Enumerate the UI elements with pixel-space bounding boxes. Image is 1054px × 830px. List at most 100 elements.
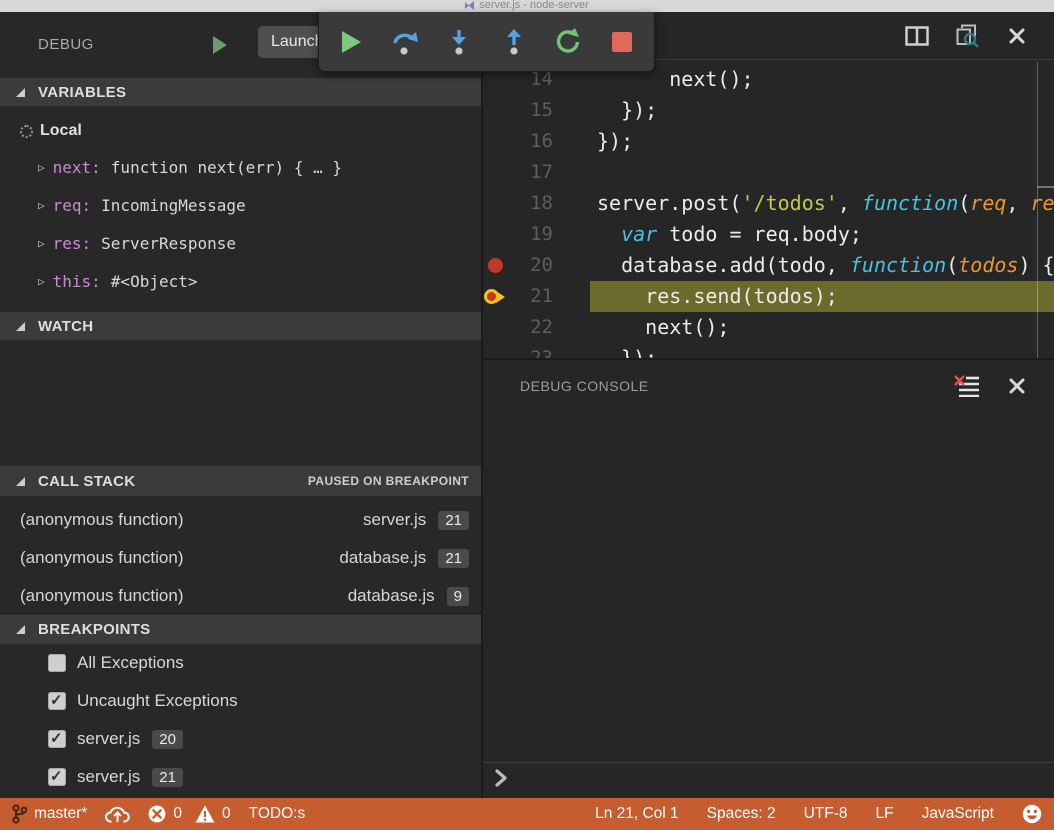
debug-console-header: DEBUG CONSOLE — [483, 360, 1054, 412]
app-icon — [465, 1, 474, 10]
twistie-icon — [16, 477, 25, 486]
breakpoint-checkbox[interactable] — [48, 730, 66, 748]
line-number: 18 — [507, 188, 553, 219]
call-stack-section-header[interactable]: CALL STACK PAUSED ON BREAKPOINT — [0, 466, 483, 496]
code-line[interactable]: 17 — [483, 157, 1054, 188]
start-debug-icon[interactable] — [213, 36, 227, 54]
step-into-icon[interactable] — [441, 24, 477, 60]
sync-item[interactable] — [105, 805, 130, 823]
breakpoint-row[interactable]: server.js 21 — [0, 758, 483, 796]
feedback-smiley-icon[interactable] — [1022, 804, 1042, 824]
expand-arrow-icon[interactable] — [38, 237, 45, 250]
expand-arrow-icon[interactable] — [38, 199, 45, 212]
breakpoint-checkbox[interactable] — [48, 654, 66, 672]
variable-name: next: — [53, 158, 101, 177]
watch-label: WATCH — [38, 318, 93, 335]
scrollbar-marker — [1037, 186, 1054, 188]
variable-row[interactable]: next: function next(err) { … } — [0, 148, 483, 186]
breakpoint-row[interactable]: server.js 20 — [0, 720, 483, 758]
cursor-position[interactable]: Ln 21, Col 1 — [595, 805, 679, 823]
problems-item[interactable]: 0 0 — [148, 805, 230, 823]
code-line[interactable]: 20 database.add(todo, function(todos) { — [483, 250, 1054, 281]
watch-section-header[interactable]: WATCH — [0, 312, 483, 340]
split-editor-icon[interactable] — [904, 23, 930, 49]
paused-breakpoint-icon[interactable] — [483, 281, 507, 312]
code-text: database.add(todo, function(todos) { — [590, 250, 1054, 281]
breakpoint-label: All Exceptions — [77, 653, 184, 673]
scope-row[interactable]: Local — [0, 114, 483, 148]
stack-frame-row[interactable]: (anonymous function) server.js 21 — [0, 501, 483, 539]
line-number: 22 — [507, 312, 553, 343]
breakpoint-row[interactable]: All Exceptions — [0, 644, 483, 682]
clear-console-icon[interactable] — [954, 373, 980, 399]
continue-icon[interactable] — [333, 24, 369, 60]
debug-console-panel: DEBUG CONSOLE — [483, 358, 1054, 798]
breakpoint-icon[interactable] — [483, 250, 507, 281]
code-text: }); — [590, 343, 1054, 358]
stop-icon[interactable] — [604, 24, 640, 60]
breakpoints-section-header[interactable]: BREAKPOINTS — [0, 615, 483, 644]
variable-name: this: — [53, 272, 101, 291]
variable-value: ServerResponse — [101, 234, 236, 253]
variables-section-header[interactable]: VARIABLES — [0, 78, 483, 106]
language-mode[interactable]: JavaScript — [922, 805, 994, 823]
restart-icon[interactable] — [550, 24, 586, 60]
code-line[interactable]: 21 res.send(todos); — [483, 281, 1054, 312]
code-text: }); — [590, 95, 1054, 126]
code-line[interactable]: 15 }); — [483, 95, 1054, 126]
variable-row[interactable]: res: ServerResponse — [0, 224, 483, 262]
frame-name: (anonymous function) — [20, 548, 183, 568]
indentation[interactable]: Spaces: 2 — [707, 805, 776, 823]
encoding[interactable]: UTF-8 — [804, 805, 848, 823]
gutter-space — [483, 219, 507, 250]
line-number: 21 — [507, 281, 553, 312]
frame-line-badge: 21 — [438, 549, 469, 568]
breakpoint-label: server.js — [77, 729, 140, 749]
debug-sidebar: DEBUG Launch VARIABLES Local next: funct… — [0, 12, 483, 798]
breakpoint-line-badge: 20 — [152, 730, 183, 749]
code-text: next(); — [590, 64, 1054, 95]
breakpoint-checkbox[interactable] — [48, 768, 66, 786]
variable-row[interactable]: this: #<Object> — [0, 262, 483, 300]
breakpoint-line-badge: 21 — [152, 768, 183, 787]
code-line[interactable]: 19 var todo = req.body; — [483, 219, 1054, 250]
close-icon[interactable] — [1004, 373, 1030, 399]
code-text: next(); — [590, 312, 1054, 343]
debug-toolbar — [318, 12, 655, 72]
preview-icon[interactable] — [954, 23, 980, 49]
todo-counter[interactable]: TODO:s — [249, 805, 306, 823]
stack-frame-row[interactable]: (anonymous function) database.js 9 — [0, 577, 483, 615]
breakpoint-row[interactable]: Uncaught Exceptions — [0, 682, 483, 720]
expand-arrow-icon[interactable] — [38, 275, 45, 288]
code-lines: 14 next();15 });16});1718server.post('/t… — [483, 60, 1054, 358]
editor-scrollbar[interactable] — [1037, 62, 1038, 358]
variable-row[interactable]: req: IncomingMessage — [0, 186, 483, 224]
line-number: 19 — [507, 219, 553, 250]
git-branch-icon — [12, 804, 27, 824]
step-out-icon[interactable] — [496, 24, 532, 60]
twistie-icon — [16, 322, 25, 331]
line-number: 23 — [507, 343, 553, 358]
frame-file: server.js — [363, 510, 426, 530]
breakpoints-label: BREAKPOINTS — [38, 621, 150, 638]
warning-count: 0 — [222, 805, 231, 823]
breakpoint-label: Uncaught Exceptions — [77, 691, 238, 711]
error-icon — [148, 805, 166, 823]
watch-list — [0, 340, 483, 466]
stack-frame-row[interactable]: (anonymous function) database.js 21 — [0, 539, 483, 577]
frame-line-badge: 21 — [438, 511, 469, 530]
eol-selector[interactable]: LF — [876, 805, 894, 823]
console-input[interactable] — [483, 762, 1054, 798]
variable-name: res: — [53, 234, 92, 253]
close-icon[interactable] — [1004, 23, 1030, 49]
line-number: 20 — [507, 250, 553, 281]
code-text: res.send(todos); — [590, 281, 1054, 312]
git-branch-item[interactable]: master* — [12, 804, 87, 824]
breakpoint-checkbox[interactable] — [48, 692, 66, 710]
expand-arrow-icon[interactable] — [38, 161, 45, 174]
code-line[interactable]: 18server.post('/todos', function(req, re… — [483, 188, 1054, 219]
code-line[interactable]: 22 next(); — [483, 312, 1054, 343]
step-over-icon[interactable] — [387, 24, 423, 60]
code-line[interactable]: 16}); — [483, 126, 1054, 157]
code-line[interactable]: 23 }); — [483, 343, 1054, 358]
